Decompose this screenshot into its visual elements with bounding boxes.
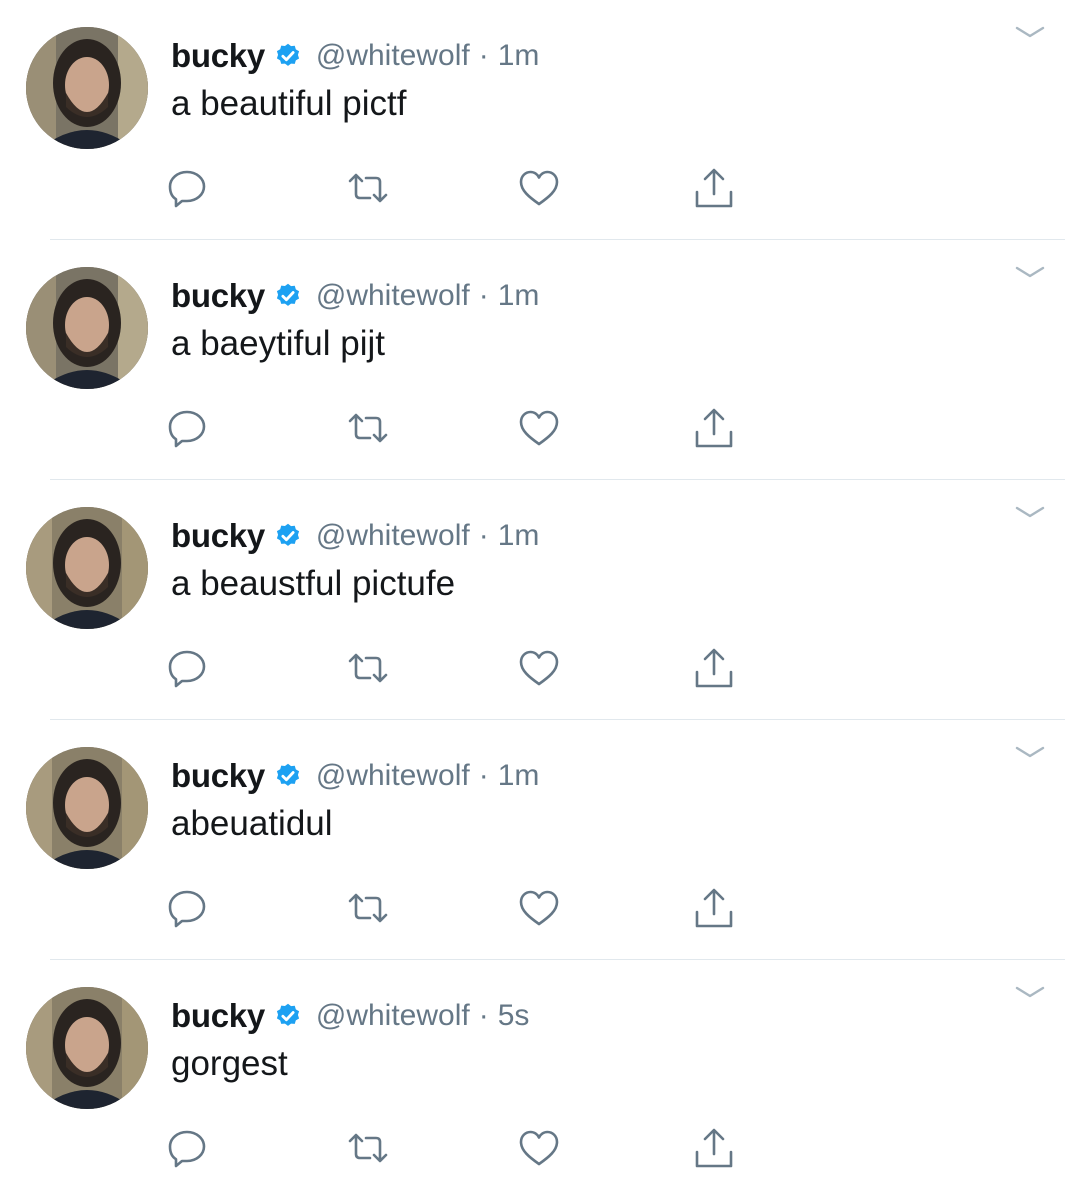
reply-button[interactable] bbox=[165, 406, 209, 450]
retweet-button[interactable] bbox=[346, 1126, 390, 1170]
tweet-header: bucky @whitewolf · 1m bbox=[171, 34, 539, 78]
timestamp[interactable]: 1m bbox=[498, 39, 540, 73]
display-name[interactable]: bucky bbox=[171, 517, 265, 555]
timestamp[interactable]: 1m bbox=[498, 759, 540, 793]
display-name[interactable]: bucky bbox=[171, 997, 265, 1035]
chevron-down-icon[interactable] bbox=[1014, 504, 1046, 520]
reply-icon bbox=[168, 650, 206, 688]
tweet-header: bucky @whitewolf · 1m bbox=[171, 274, 539, 318]
tweet-header: bucky @whitewolf · 5s bbox=[171, 994, 529, 1038]
share-button[interactable] bbox=[692, 166, 736, 210]
like-button[interactable] bbox=[517, 646, 561, 690]
tweet-header: bucky @whitewolf · 1m bbox=[171, 514, 539, 558]
avatar[interactable] bbox=[26, 987, 148, 1109]
reply-icon bbox=[168, 1130, 206, 1168]
timeline: bucky @whitewolf · 1m a beautiful pictf bbox=[0, 0, 1065, 1200]
timestamp[interactable]: 1m bbox=[498, 519, 540, 553]
verified-badge-icon bbox=[274, 762, 302, 790]
reply-button[interactable] bbox=[165, 166, 209, 210]
reply-button[interactable] bbox=[165, 646, 209, 690]
chevron-down-icon[interactable] bbox=[1014, 744, 1046, 760]
user-handle[interactable]: @whitewolf bbox=[316, 519, 470, 553]
separator-dot: · bbox=[478, 279, 489, 312]
retweet-button[interactable] bbox=[346, 646, 390, 690]
retweet-icon bbox=[348, 413, 388, 443]
share-button[interactable] bbox=[692, 646, 736, 690]
reply-button[interactable] bbox=[165, 886, 209, 930]
chevron-down-icon[interactable] bbox=[1014, 984, 1046, 1000]
tweet[interactable]: bucky @whitewolf · 1m a baeytiful pijt bbox=[0, 240, 1065, 480]
user-handle[interactable]: @whitewolf bbox=[316, 39, 470, 73]
reply-button[interactable] bbox=[165, 1126, 209, 1170]
display-name[interactable]: bucky bbox=[171, 277, 265, 315]
tweet-text: a beaustful pictufe bbox=[171, 564, 456, 603]
tweet-text: abeuatidul bbox=[171, 804, 333, 843]
separator-dot: · bbox=[478, 759, 489, 792]
retweet-icon bbox=[348, 893, 388, 923]
tweet-text: a baeytiful pijt bbox=[171, 324, 386, 363]
verified-badge-icon bbox=[274, 282, 302, 310]
user-handle[interactable]: @whitewolf bbox=[316, 279, 470, 313]
chevron-down-icon[interactable] bbox=[1014, 24, 1046, 40]
display-name[interactable]: bucky bbox=[171, 757, 265, 795]
heart-icon bbox=[519, 1130, 559, 1166]
separator-dot: · bbox=[478, 519, 489, 552]
heart-icon bbox=[519, 890, 559, 926]
reply-icon bbox=[168, 170, 206, 208]
heart-icon bbox=[519, 170, 559, 206]
tweet[interactable]: bucky @whitewolf · 1m a beaustful pictuf… bbox=[0, 480, 1065, 720]
avatar[interactable] bbox=[26, 267, 148, 389]
share-icon bbox=[695, 1128, 733, 1168]
verified-badge-icon bbox=[274, 1002, 302, 1030]
retweet-button[interactable] bbox=[346, 166, 390, 210]
verified-badge-icon bbox=[274, 42, 302, 70]
reply-icon bbox=[168, 410, 206, 448]
like-button[interactable] bbox=[517, 1126, 561, 1170]
separator-dot: · bbox=[478, 39, 489, 72]
verified-badge-icon bbox=[274, 522, 302, 550]
like-button[interactable] bbox=[517, 166, 561, 210]
timestamp[interactable]: 1m bbox=[498, 279, 540, 313]
retweet-button[interactable] bbox=[346, 886, 390, 930]
user-handle[interactable]: @whitewolf bbox=[316, 759, 470, 793]
retweet-button[interactable] bbox=[346, 406, 390, 450]
display-name[interactable]: bucky bbox=[171, 37, 265, 75]
share-icon bbox=[695, 888, 733, 928]
reply-icon bbox=[168, 890, 206, 928]
tweet[interactable]: bucky @whitewolf · 1m a beautiful pictf bbox=[0, 0, 1065, 240]
like-button[interactable] bbox=[517, 886, 561, 930]
chevron-down-icon[interactable] bbox=[1014, 264, 1046, 280]
user-handle[interactable]: @whitewolf bbox=[316, 999, 470, 1033]
retweet-icon bbox=[348, 173, 388, 203]
avatar[interactable] bbox=[26, 27, 148, 149]
tweet[interactable]: bucky @whitewolf · 1m abeuatidul bbox=[0, 720, 1065, 960]
heart-icon bbox=[519, 410, 559, 446]
like-button[interactable] bbox=[517, 406, 561, 450]
share-button[interactable] bbox=[692, 1126, 736, 1170]
share-icon bbox=[695, 168, 733, 208]
tweet-text: gorgest bbox=[171, 1044, 288, 1083]
timestamp[interactable]: 5s bbox=[498, 999, 530, 1033]
tweet-header: bucky @whitewolf · 1m bbox=[171, 754, 539, 798]
share-button[interactable] bbox=[692, 406, 736, 450]
share-icon bbox=[695, 648, 733, 688]
separator-dot: · bbox=[478, 999, 489, 1032]
share-button[interactable] bbox=[692, 886, 736, 930]
tweet[interactable]: bucky @whitewolf · 5s gorgest bbox=[0, 960, 1065, 1200]
tweet-text: a beautiful pictf bbox=[171, 84, 407, 123]
avatar[interactable] bbox=[26, 507, 148, 629]
avatar[interactable] bbox=[26, 747, 148, 869]
retweet-icon bbox=[348, 1133, 388, 1163]
heart-icon bbox=[519, 650, 559, 686]
share-icon bbox=[695, 408, 733, 448]
retweet-icon bbox=[348, 653, 388, 683]
